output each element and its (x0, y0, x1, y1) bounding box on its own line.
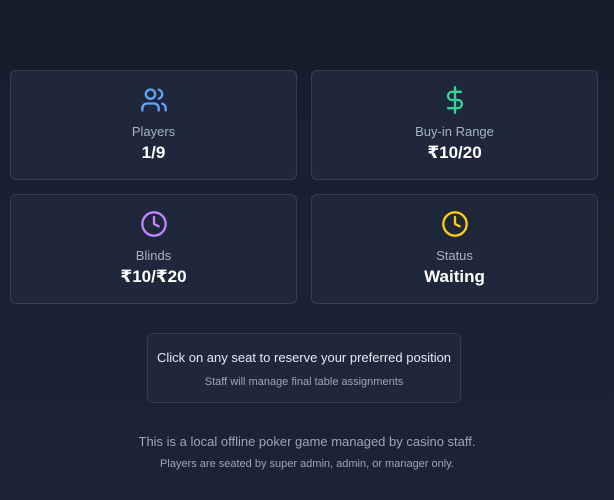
seat-reservation-notice: Click on any seat to reserve your prefer… (147, 333, 461, 403)
status-label: Status (436, 248, 473, 263)
buyin-value: ₹10/20 (427, 143, 482, 162)
players-value: 1/9 (141, 143, 166, 162)
status-clock-icon (312, 210, 597, 238)
users-icon (11, 86, 296, 114)
notice-main-text: Click on any seat to reserve your prefer… (156, 350, 452, 365)
footer-text-secondary: Players are seated by super admin, admin… (160, 458, 454, 470)
blinds-value: ₹10/₹20 (120, 267, 187, 286)
buyin-label: Buy-in Range (415, 124, 494, 139)
players-card: Players 1/9 (10, 70, 297, 180)
dollar-icon (312, 86, 597, 114)
notice-sub-text: Staff will manage final table assignment… (204, 376, 404, 388)
blinds-label: Blinds (135, 248, 172, 263)
footer-text-primary: This is a local offline poker game manag… (138, 434, 476, 449)
players-label: Players (131, 124, 176, 139)
clock-icon (11, 210, 296, 238)
blinds-card: Blinds ₹10/₹20 (10, 194, 297, 304)
buyin-card: Buy-in Range ₹10/20 (311, 70, 598, 180)
status-card: Status Waiting (311, 194, 598, 304)
status-value: Waiting (424, 267, 485, 286)
